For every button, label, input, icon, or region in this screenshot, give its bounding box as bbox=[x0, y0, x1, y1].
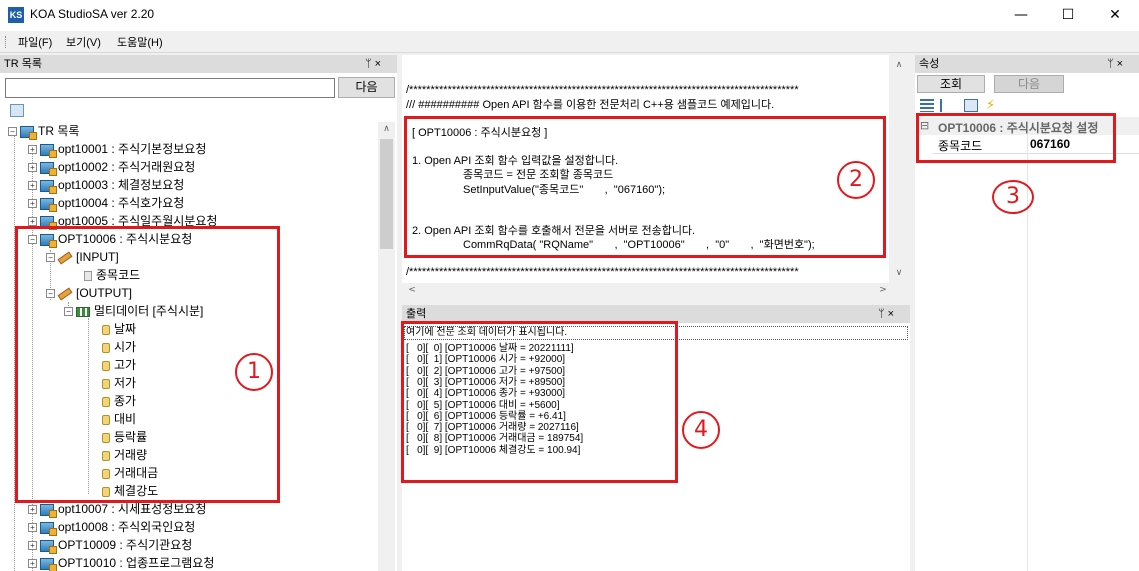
expand-icon[interactable]: + bbox=[28, 559, 37, 569]
expand-icon[interactable]: + bbox=[28, 199, 37, 209]
expand-icon[interactable]: + bbox=[28, 505, 37, 515]
annotation-number-2: 2 bbox=[837, 161, 875, 199]
tree-item[interactable]: + opt10008 : 주식외국인요청 bbox=[28, 518, 195, 536]
code-scroll-left-icon[interactable]: < bbox=[405, 285, 419, 295]
properties-panel-title: 속성 bbox=[919, 58, 940, 70]
menu-help[interactable]: 도움말(H) bbox=[117, 34, 163, 50]
tree-root[interactable]: − TR 목록 bbox=[8, 122, 79, 140]
tr-scrollbar[interactable]: ∧ bbox=[378, 122, 395, 571]
close-button[interactable]: ✕ bbox=[1092, 0, 1138, 31]
minimize-button[interactable]: — bbox=[998, 0, 1044, 31]
tr-folder-icon bbox=[20, 125, 37, 140]
tr-icon bbox=[40, 179, 57, 194]
annotation-box-2 bbox=[404, 116, 886, 258]
code-stars-bottom: /***************************************… bbox=[406, 266, 799, 278]
expand-icon[interactable]: + bbox=[28, 181, 37, 191]
tree-item[interactable]: + OPT10010 : 업종프로그램요청 bbox=[28, 554, 214, 571]
properties-panel-pin-close[interactable]: ᛘ × bbox=[1107, 55, 1123, 73]
code-scroll-down-icon[interactable]: ∨ bbox=[892, 268, 906, 278]
tr-panel-title: TR 목록 bbox=[4, 58, 42, 70]
output-panel-pin-close[interactable]: ᛘ × bbox=[878, 305, 894, 323]
tree-item[interactable]: + opt10002 : 주식거래원요청 bbox=[28, 158, 195, 176]
tree-item[interactable]: + opt10003 : 체결정보요청 bbox=[28, 176, 184, 194]
tr-icon bbox=[40, 557, 57, 571]
expand-icon[interactable]: + bbox=[28, 145, 37, 155]
tr-icon bbox=[40, 143, 57, 158]
title-bar: KS KOA StudioSA ver 2.20 — ☐ ✕ bbox=[0, 0, 1139, 31]
expand-icon[interactable]: + bbox=[28, 163, 37, 173]
expand-icon[interactable]: + bbox=[28, 541, 37, 551]
code-stars-top: /***************************************… bbox=[406, 84, 799, 96]
tr-scroll-thumb[interactable] bbox=[380, 139, 393, 249]
code-scroll-right-icon[interactable]: > bbox=[876, 285, 890, 295]
tr-icon bbox=[40, 161, 57, 176]
annotation-number-3: 3 bbox=[992, 180, 1034, 214]
window-title: KOA StudioSA ver 2.20 bbox=[30, 7, 155, 21]
code-scroll-up-icon[interactable]: ∧ bbox=[892, 60, 906, 70]
tree-toolbar-icon[interactable] bbox=[10, 104, 24, 117]
query-button[interactable]: 조회 bbox=[917, 75, 985, 93]
property-pages-icon[interactable] bbox=[964, 99, 978, 112]
menu-file[interactable]: 파일(F) bbox=[18, 34, 52, 50]
output-panel-title: 출력 bbox=[406, 308, 427, 320]
annotation-box-4 bbox=[401, 321, 678, 483]
tr-icon bbox=[40, 539, 57, 554]
expand-icon[interactable]: + bbox=[28, 523, 37, 533]
app-icon: KS bbox=[8, 7, 24, 23]
code-comment: /// ########## Open API 함수를 이용한 전문처리 C++… bbox=[406, 99, 775, 111]
menu-view[interactable]: 보기(V) bbox=[66, 34, 101, 50]
tree-item[interactable]: + opt10004 : 주식호가요청 bbox=[28, 194, 184, 212]
tree-item[interactable]: + OPT10009 : 주식기관요청 bbox=[28, 536, 192, 554]
tr-icon bbox=[40, 197, 57, 212]
tr-search-input[interactable] bbox=[5, 78, 335, 98]
props-next-button[interactable]: 다음 bbox=[994, 75, 1064, 93]
tr-panel-pin-close[interactable]: ᛘ × bbox=[365, 55, 381, 73]
annotation-number-1: 1 bbox=[235, 353, 273, 391]
annotation-box-3 bbox=[916, 113, 1116, 163]
menu-grip-icon bbox=[5, 36, 8, 48]
tr-icon bbox=[40, 521, 57, 536]
alphabetical-icon[interactable] bbox=[940, 99, 954, 112]
maximize-button[interactable]: ☐ bbox=[1045, 0, 1091, 31]
properties-panel-header: 속성 ᛘ × bbox=[915, 55, 1139, 73]
events-icon[interactable]: ⚡ bbox=[986, 99, 1000, 112]
tr-next-button[interactable]: 다음 bbox=[338, 77, 395, 98]
scroll-up-icon[interactable]: ∧ bbox=[378, 124, 395, 134]
annotation-number-4: 4 bbox=[682, 411, 720, 449]
expand-icon[interactable]: + bbox=[28, 217, 37, 227]
categorized-icon[interactable] bbox=[920, 99, 934, 112]
tr-icon bbox=[40, 503, 57, 518]
menu-bar: 파일(F) 보기(V) 도움말(H) bbox=[0, 31, 1139, 53]
tr-panel-header: TR 목록 ᛘ × bbox=[0, 55, 397, 73]
tree-item[interactable]: + opt10001 : 주식기본정보요청 bbox=[28, 140, 206, 158]
collapse-icon[interactable]: − bbox=[8, 127, 17, 137]
